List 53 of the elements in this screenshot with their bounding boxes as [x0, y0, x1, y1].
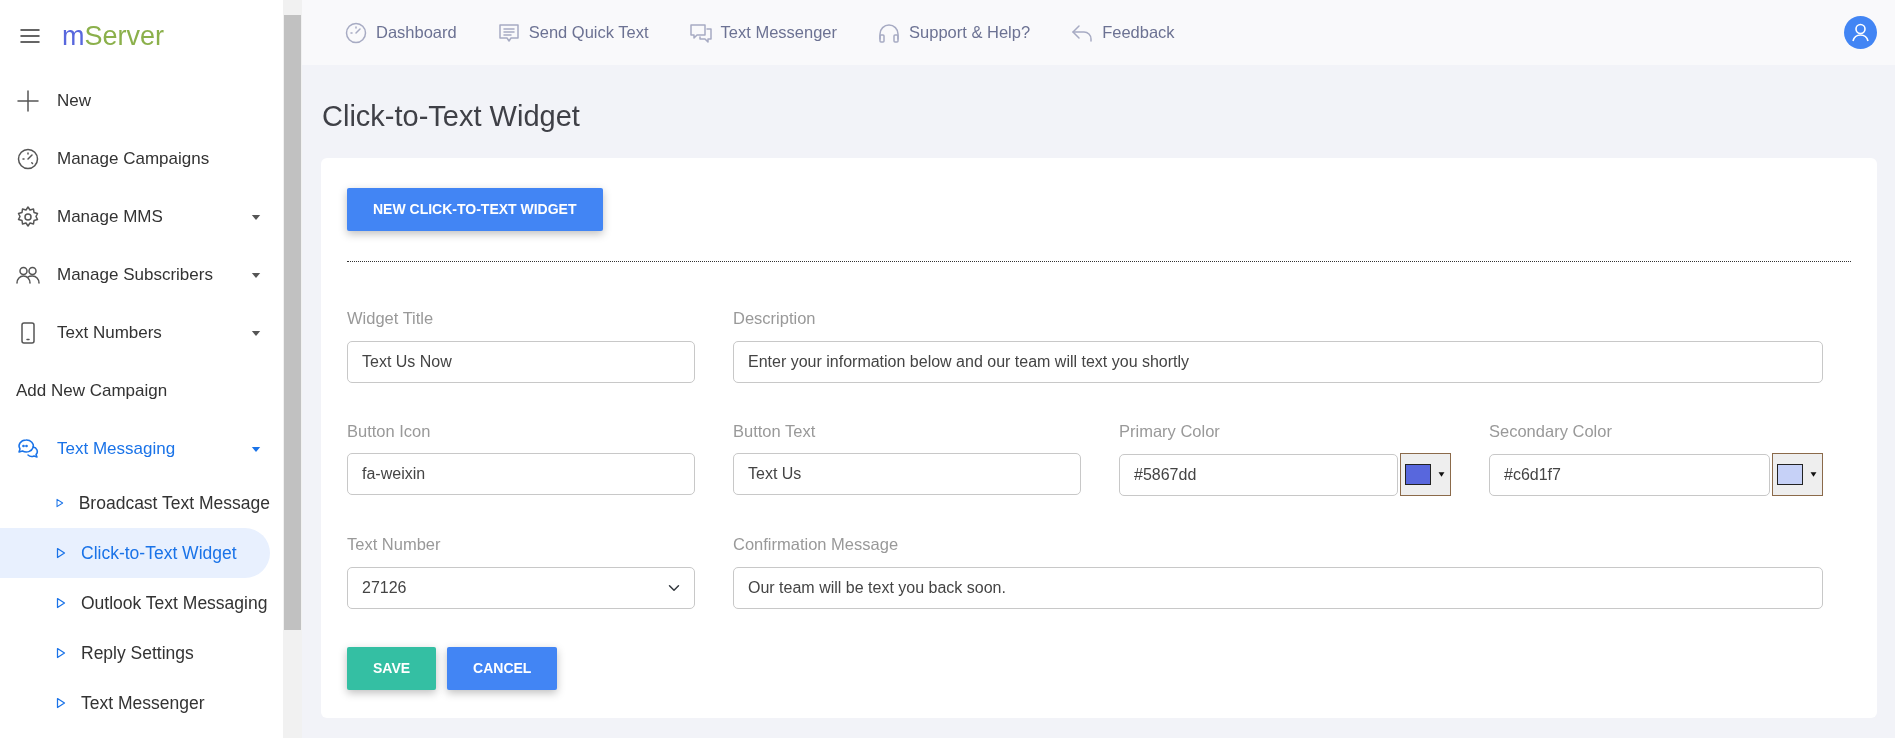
- gauge-icon: [16, 147, 40, 171]
- input-field[interactable]: Our team will be text you back soon.: [733, 567, 1823, 610]
- field-label: Button Icon: [347, 420, 432, 442]
- color-picker-button[interactable]: [1772, 453, 1823, 497]
- submenu-item[interactable]: Click-to-Text Widget: [0, 528, 270, 578]
- input-field[interactable]: Text Us: [733, 453, 1081, 496]
- triangle-icon: [55, 695, 67, 711]
- gear-icon: [16, 205, 40, 229]
- scrollbar-thumb[interactable]: [284, 15, 301, 630]
- input-field[interactable]: Text Us Now: [347, 340, 695, 383]
- action-button[interactable]: CANCEL: [447, 647, 558, 691]
- sidebar-item[interactable]: Add New Campaign: [0, 362, 283, 420]
- submenu-item[interactable]: Text Messenger: [0, 678, 270, 728]
- nav-link[interactable]: Text Messenger: [688, 20, 838, 45]
- field-label: Text Number: [347, 534, 442, 556]
- page-title: Click-to-Text Widget: [322, 99, 581, 134]
- select-field[interactable]: 27126: [347, 567, 695, 610]
- field-label: Description: [733, 307, 817, 329]
- field-label: Confirmation Message: [733, 534, 900, 556]
- nav-link[interactable]: Dashboard: [344, 20, 457, 45]
- caret-down-icon: [1809, 471, 1818, 479]
- input-field[interactable]: Enter your information below and our team will text you shortly: [733, 340, 1823, 383]
- sidebar-item[interactable]: Manage Campaigns: [0, 130, 283, 188]
- triangle-icon: [55, 595, 67, 611]
- input-field[interactable]: fa-weixin: [347, 453, 695, 496]
- sidebar-item[interactable]: Text Messaging: [0, 420, 283, 478]
- field-label: Primary Color: [1119, 420, 1221, 442]
- triangle-icon: [55, 545, 67, 561]
- chat-bubbles-icon: [16, 437, 40, 461]
- field-label: Secondary Color: [1489, 420, 1613, 442]
- caret-down-icon: [1437, 471, 1446, 479]
- field-label: Button Text: [733, 420, 817, 442]
- sidebar-item[interactable]: New: [0, 72, 283, 130]
- sidebar-item[interactable]: Text Numbers: [0, 304, 283, 362]
- input-field[interactable]: #5867dd: [1119, 453, 1398, 496]
- input-field[interactable]: #c6d1f7: [1489, 453, 1770, 496]
- nav-link[interactable]: Support & Help?: [877, 20, 1031, 45]
- gauge-icon: [344, 20, 368, 45]
- triangle-icon: [55, 645, 67, 661]
- submenu-item[interactable]: Outlook Text Messaging: [0, 578, 270, 628]
- sidebar-item[interactable]: Manage MMS: [0, 188, 283, 246]
- plus-icon: [16, 89, 40, 113]
- submenu-item[interactable]: Broadcast Text Message: [0, 478, 270, 528]
- new-widget-button[interactable]: NEW CLICK-TO-TEXT WIDGET: [347, 187, 603, 231]
- field-label: Widget Title: [347, 307, 435, 329]
- submenu-item[interactable]: Reply Settings: [0, 628, 270, 678]
- nav-link[interactable]: Feedback: [1070, 20, 1175, 45]
- brand-logo: mServer: [62, 19, 165, 53]
- color-picker-button[interactable]: [1400, 453, 1451, 497]
- sidebar-item[interactable]: Manage Subscribers: [0, 246, 283, 304]
- nav-link[interactable]: Send Quick Text: [496, 20, 649, 45]
- scrollbar[interactable]: [283, 0, 302, 738]
- user-avatar-icon[interactable]: [1844, 16, 1877, 49]
